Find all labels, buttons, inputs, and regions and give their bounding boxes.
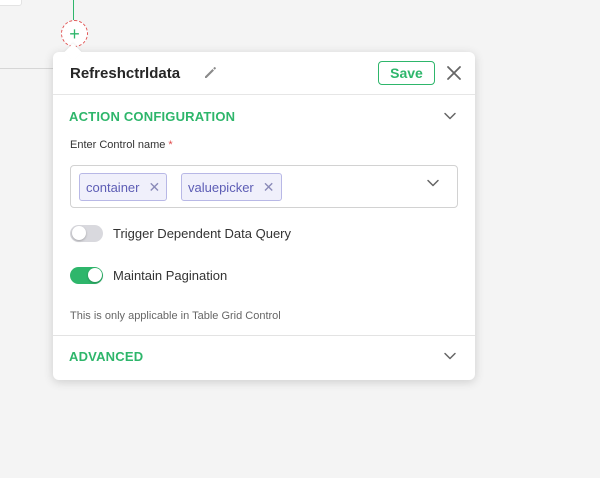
chevron-down-icon[interactable] xyxy=(426,178,440,188)
add-node-button[interactable]: + xyxy=(61,20,88,47)
canvas-divider xyxy=(0,68,54,69)
chevron-down-icon[interactable] xyxy=(443,351,457,361)
trigger-dependent-query-toggle[interactable] xyxy=(70,224,103,242)
tag-label: valuepicker xyxy=(188,179,254,195)
advanced-header[interactable]: ADVANCED xyxy=(53,336,475,376)
toggle-knob xyxy=(87,268,102,282)
control-name-label: Enter Control name * xyxy=(70,139,173,151)
panel-header: Refreshctrldata Save xyxy=(53,52,475,95)
pagination-hint: This is only applicable in Table Grid Co… xyxy=(70,310,281,322)
plus-icon: + xyxy=(69,23,80,44)
toggle-label: Maintain Pagination xyxy=(113,267,228,283)
trigger-dependent-query-row: Trigger Dependent Data Query xyxy=(70,224,291,242)
selected-tag: valuepicker ✕ xyxy=(181,173,282,201)
save-button[interactable]: Save xyxy=(378,61,435,85)
maintain-pagination-toggle[interactable] xyxy=(70,266,103,284)
panel-title: Refreshctrldata xyxy=(70,65,181,82)
chevron-down-icon[interactable] xyxy=(443,111,457,121)
close-icon[interactable] xyxy=(446,65,462,81)
remove-tag-icon[interactable]: ✕ xyxy=(263,179,275,196)
pencil-icon[interactable] xyxy=(202,65,218,81)
maintain-pagination-row: Maintain Pagination xyxy=(70,266,227,284)
toggle-knob xyxy=(71,226,86,240)
selected-tag: container ✕ xyxy=(79,173,168,201)
action-configuration-header[interactable]: ACTION CONFIGURATION xyxy=(53,96,475,136)
control-name-label-text: Enter Control name xyxy=(70,139,166,151)
canvas-node-card[interactable] xyxy=(0,0,22,6)
tag-label: container xyxy=(86,179,140,195)
required-marker: * xyxy=(168,139,173,151)
action-configuration-title: ACTION CONFIGURATION xyxy=(69,109,236,124)
toggle-label: Trigger Dependent Data Query xyxy=(113,225,292,241)
advanced-title: ADVANCED xyxy=(69,349,144,364)
action-config-panel: Refreshctrldata Save ACTION CONFIGURATIO… xyxy=(53,43,475,380)
control-name-select[interactable]: container ✕ valuepicker ✕ xyxy=(70,165,458,208)
remove-tag-icon[interactable]: ✕ xyxy=(148,179,160,196)
flow-connector xyxy=(73,0,74,22)
